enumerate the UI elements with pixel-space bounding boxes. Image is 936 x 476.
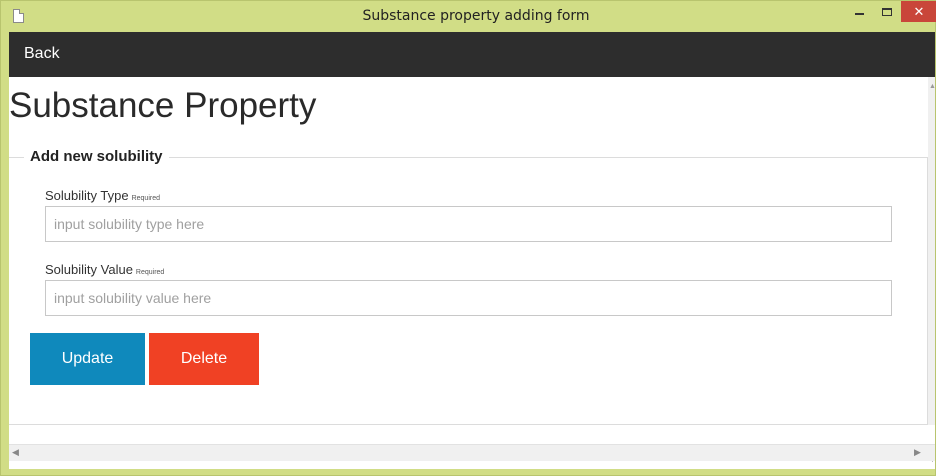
- update-button[interactable]: Update: [30, 333, 145, 385]
- solubility-value-label-text: Solubility Value: [45, 262, 133, 277]
- maximize-icon: [882, 7, 892, 16]
- close-button[interactable]: ✕: [901, 1, 936, 22]
- solubility-value-input[interactable]: [45, 280, 892, 316]
- vertical-scrollbar[interactable]: ▲ ▼: [928, 77, 935, 464]
- app-window: Substance property adding form ✕ Back Su…: [0, 0, 936, 476]
- required-marker: Required: [131, 195, 161, 202]
- window-title: Substance property adding form: [362, 8, 590, 24]
- required-marker: Required: [135, 269, 165, 276]
- delete-button[interactable]: Delete: [149, 333, 259, 385]
- title-bar[interactable]: Substance property adding form ✕: [1, 1, 936, 31]
- solubility-type-label-text: Solubility Type: [45, 188, 129, 203]
- close-icon: ✕: [913, 3, 925, 19]
- scroll-right-icon[interactable]: ▶: [914, 447, 921, 458]
- scroll-up-icon[interactable]: ▲: [929, 83, 935, 90]
- scroll-left-icon[interactable]: ◀: [12, 447, 19, 458]
- top-navbar: Back: [9, 32, 935, 77]
- maximize-button[interactable]: [873, 1, 901, 22]
- solubility-value-label: Solubility Value Required: [45, 262, 164, 277]
- solubility-type-input[interactable]: [45, 206, 892, 242]
- client-area: Back Substance Property Add new solubili…: [9, 32, 935, 469]
- minimize-icon: [854, 12, 864, 15]
- horizontal-scrollbar[interactable]: ◀ ▶: [9, 444, 935, 461]
- minimize-button[interactable]: [845, 1, 873, 22]
- page-title: Substance Property: [9, 86, 317, 125]
- solubility-type-label: Solubility Type Required: [45, 188, 160, 203]
- back-link[interactable]: Back: [24, 45, 60, 63]
- fieldset-legend: Add new solubility: [24, 148, 169, 165]
